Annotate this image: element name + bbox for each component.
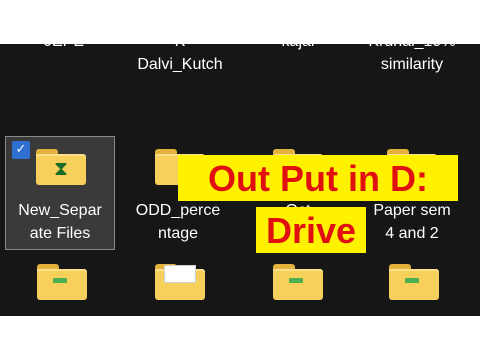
folder-label-line1: K — [126, 44, 234, 53]
folder-label-line1: Krunal_19% — [358, 44, 466, 53]
folder-label-line2: ntage — [157, 225, 199, 242]
folder-label-line2: Dalvi_Kutch — [137, 56, 223, 73]
overlay-caption-line2: Drive — [256, 207, 366, 253]
file-explorer-view: JEPE K Dalvi_Kutch kajal Krunal_19% simi… — [0, 44, 480, 316]
folder-label-line2: 4 and 2 — [385, 225, 439, 242]
folder-label-line1: ODD_perce — [135, 202, 221, 219]
folder-label-line2: ate Files — [29, 225, 91, 242]
folder-item-dalvi-kutch[interactable]: K Dalvi_Kutch — [126, 44, 234, 76]
folder-icon[interactable] — [389, 264, 439, 300]
folder-item-jepe[interactable]: JEPE — [10, 44, 118, 53]
folder-label: JEPE — [10, 44, 118, 53]
folder-label-line1: Paper sem — [373, 202, 451, 219]
folder-icon[interactable] — [273, 264, 323, 300]
folder-icon[interactable] — [155, 264, 205, 300]
letterbox-bottom — [0, 316, 480, 360]
checkbox-icon[interactable]: ✓ — [12, 141, 30, 159]
folder-item-krunal[interactable]: Krunal_19% similarity — [358, 44, 466, 76]
overlay-caption-line1: Out Put in D: — [178, 155, 458, 201]
hourglass-icon: ⧗ — [53, 156, 69, 180]
folder-icon[interactable] — [37, 264, 87, 300]
folder-item-kajal[interactable]: kajal — [244, 44, 352, 53]
folder-label: kajal — [244, 44, 352, 53]
folder-item-new-separate-files[interactable]: ✓ ⧗ New_Separ ate Files — [5, 136, 115, 250]
folder-label-line1: New_Separ — [18, 202, 102, 219]
folder-label-line2: similarity — [380, 56, 444, 73]
folder-icon: ⧗ — [36, 149, 86, 185]
letterbox-top — [0, 0, 480, 44]
